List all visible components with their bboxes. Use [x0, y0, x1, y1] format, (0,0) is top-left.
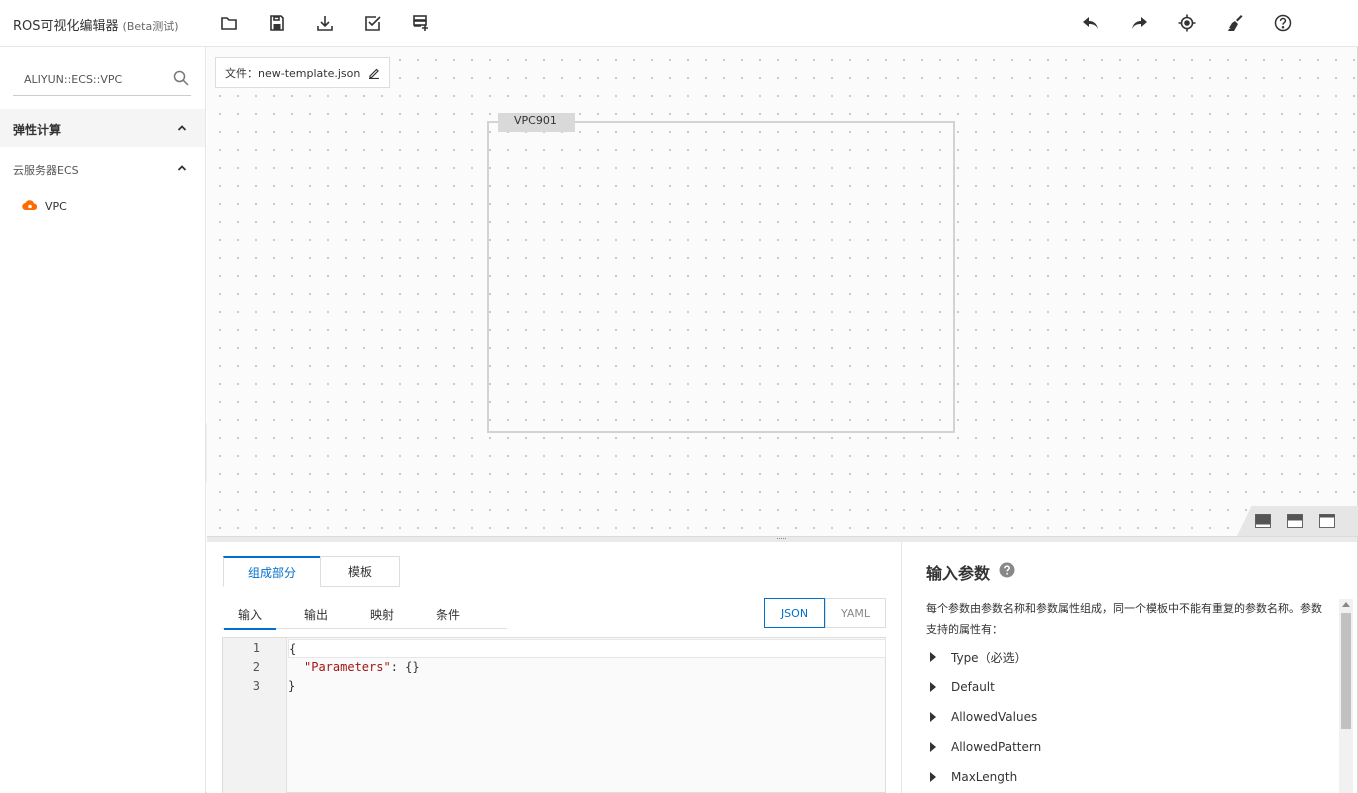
property-item[interactable]: MaxLength: [930, 768, 1017, 786]
top-toolbar: ROS可视化编辑器 (Beta测试): [0, 0, 1358, 47]
view-layout-switch: [1237, 506, 1358, 536]
add-template-icon[interactable]: [410, 12, 432, 34]
vpc-node-label[interactable]: VPC901: [498, 113, 575, 132]
help-icon[interactable]: [1272, 12, 1294, 34]
subtab-conditions[interactable]: 条件: [436, 606, 460, 623]
scrollbar-thumb[interactable]: [1341, 613, 1351, 729]
property-item[interactable]: Default: [930, 678, 995, 696]
file-name-label: 文件：new-template.json: [225, 66, 361, 80]
layout-full-icon[interactable]: [1255, 514, 1271, 528]
undo-icon[interactable]: [1080, 12, 1102, 34]
vpc-node[interactable]: [487, 121, 955, 433]
redo-icon[interactable]: [1128, 12, 1150, 34]
validate-icon[interactable]: [362, 12, 384, 34]
json-value: : {}: [390, 660, 420, 674]
subtab-outputs[interactable]: 输出: [304, 606, 328, 623]
format-json-button[interactable]: JSON: [764, 598, 825, 628]
property-item[interactable]: AllowedValues: [930, 708, 1037, 726]
caret-right-icon: [930, 712, 936, 722]
code-line: "Parameters": {}: [304, 658, 420, 677]
caret-right-icon: [930, 652, 936, 662]
caret-right-icon: [930, 772, 936, 782]
line-number: 3: [252, 679, 260, 693]
subcategory-label: 云服务器ECS: [13, 164, 79, 177]
locate-icon[interactable]: [1176, 12, 1198, 34]
line-number-gutter: 1 2 3: [223, 638, 287, 793]
file-name-chip: 文件：new-template.json: [215, 57, 391, 88]
search-icon[interactable]: [173, 70, 189, 86]
section-tabs: 输入 输出 映射 条件: [222, 598, 507, 630]
template-editor-panel: 组成部分 模板 输入 输出 映射 条件 JSON YAML 1 2 3 { "P…: [207, 542, 901, 793]
resource-label: VPC: [45, 200, 67, 213]
edit-icon[interactable]: [368, 67, 380, 79]
code-line: {: [288, 639, 886, 658]
panel-description: 每个参数由参数名称和参数属性组成，同一个模板中不能有重复的参数名称。参数支持的属…: [926, 602, 1322, 636]
resource-sidebar: 弹性计算 云服务器ECS VPC: [0, 47, 206, 793]
chevron-up-icon: [177, 125, 187, 131]
property-item[interactable]: AllowedPattern: [930, 738, 1041, 756]
layout-split-icon[interactable]: [1287, 514, 1303, 528]
panel-title: 输入参数: [926, 564, 991, 583]
category-header-elastic-compute[interactable]: 弹性计算: [0, 109, 205, 147]
subtab-mappings[interactable]: 映射: [370, 606, 394, 623]
tab-template[interactable]: 模板: [320, 556, 400, 587]
category-label: 弹性计算: [13, 123, 62, 137]
format-yaml-button[interactable]: YAML: [825, 598, 886, 628]
scroll-up-icon[interactable]: [1342, 602, 1350, 607]
chevron-up-icon: [177, 165, 187, 171]
code-line: }: [288, 679, 296, 693]
subcategory-header-ecs[interactable]: 云服务器ECS: [0, 147, 205, 189]
app-title: ROS可视化编辑器 (Beta测试): [13, 19, 179, 34]
line-number: 2: [252, 660, 260, 674]
caret-right-icon: [930, 742, 936, 752]
vertical-scrollbar[interactable]: [1339, 599, 1353, 793]
cloud-icon: [22, 200, 38, 211]
property-item[interactable]: Type（必选）: [930, 648, 1027, 666]
clear-icon[interactable]: [1224, 12, 1246, 34]
search-input[interactable]: [13, 69, 163, 89]
json-key: "Parameters": [304, 660, 391, 674]
resource-item-vpc[interactable]: VPC: [0, 193, 205, 221]
tab-components[interactable]: 组成部分: [223, 556, 321, 587]
download-icon[interactable]: [314, 12, 336, 34]
layout-editor-icon[interactable]: [1319, 514, 1335, 528]
folder-open-icon[interactable]: [218, 12, 240, 34]
caret-right-icon: [930, 682, 936, 692]
question-icon[interactable]: [999, 562, 1015, 578]
beta-label: (Beta测试): [122, 20, 179, 33]
save-icon[interactable]: [266, 12, 288, 34]
line-number: 1: [252, 641, 260, 655]
search-box: [13, 63, 191, 96]
help-info-panel: 输入参数 每个参数由参数名称和参数属性组成，同一个模板中不能有重复的参数名称。参…: [901, 542, 1357, 793]
code-editor[interactable]: 1 2 3 { "Parameters": {} }: [222, 637, 886, 793]
splitter-grip[interactable]: [777, 538, 786, 540]
subtab-inputs[interactable]: 输入: [223, 606, 277, 630]
